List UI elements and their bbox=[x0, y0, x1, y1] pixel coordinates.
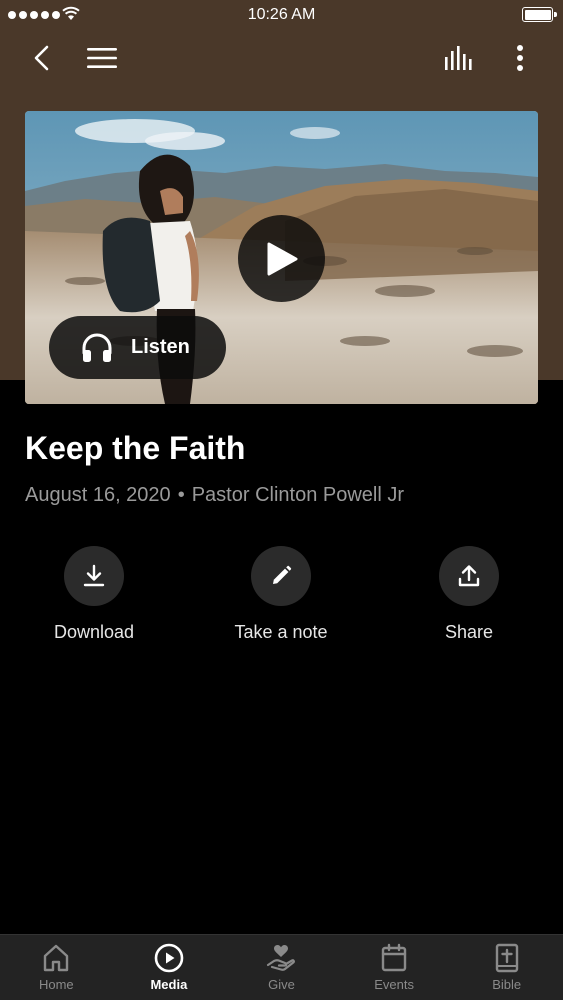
take-a-note-label: Take a note bbox=[234, 622, 328, 642]
back-button[interactable] bbox=[22, 38, 62, 78]
more-options-button[interactable] bbox=[500, 38, 540, 78]
status-time: 10:26 AM bbox=[247, 6, 316, 23]
tab-events[interactable]: Events bbox=[338, 935, 451, 1000]
listen-label: Listen bbox=[131, 336, 190, 358]
tab-home[interactable]: Home bbox=[0, 935, 113, 1000]
status-bar: 10:26 AM bbox=[0, 0, 563, 30]
play-circle-icon bbox=[154, 943, 184, 973]
tab-events-label: Events bbox=[374, 977, 414, 992]
take-a-note-button[interactable]: Take a note bbox=[211, 546, 351, 643]
share-label: Share bbox=[444, 622, 494, 642]
menu-button[interactable] bbox=[80, 38, 124, 78]
tab-give-label: Give bbox=[268, 977, 295, 992]
play-icon bbox=[267, 242, 297, 275]
download-circle[interactable] bbox=[64, 546, 124, 606]
tab-home-label: Home bbox=[38, 977, 74, 992]
sermon-meta: August 16, 2020 • Pastor Clinton Powell … bbox=[25, 484, 404, 507]
download-icon bbox=[83, 564, 105, 587]
meta-separator: • bbox=[177, 484, 185, 506]
tab-media-label: Media bbox=[150, 977, 188, 992]
audio-equalizer-button[interactable] bbox=[438, 38, 482, 78]
bottom-tab-bar: Home Media Give Events Bible bbox=[0, 934, 563, 1000]
share-button[interactable]: Share bbox=[399, 546, 539, 643]
hamburger-menu-icon bbox=[87, 48, 117, 68]
tab-media[interactable]: Media bbox=[113, 935, 226, 1000]
bible-icon bbox=[495, 943, 518, 973]
more-vertical-icon bbox=[517, 45, 523, 71]
sermon-date: August 16, 2020 bbox=[25, 484, 171, 506]
sermon-title: Keep the Faith bbox=[25, 430, 246, 466]
tab-bible-label: Bible bbox=[492, 977, 522, 992]
headphones-icon bbox=[82, 333, 112, 362]
sermon-speaker: Pastor Clinton Powell Jr bbox=[191, 484, 405, 506]
listen-button[interactable]: Listen bbox=[49, 316, 226, 379]
share-icon bbox=[458, 565, 480, 587]
share-circle[interactable] bbox=[439, 546, 499, 606]
take-a-note-circle[interactable] bbox=[251, 546, 311, 606]
download-label: Download bbox=[53, 622, 135, 642]
home-icon bbox=[44, 944, 69, 972]
battery-icon bbox=[522, 7, 557, 22]
tab-give[interactable]: Give bbox=[225, 935, 338, 1000]
play-video-button[interactable] bbox=[238, 215, 325, 302]
give-hand-heart-icon bbox=[267, 945, 296, 971]
calendar-icon bbox=[381, 943, 407, 972]
pencil-icon bbox=[273, 565, 292, 584]
download-button[interactable]: Download bbox=[24, 546, 164, 643]
tab-bible[interactable]: Bible bbox=[450, 935, 563, 1000]
chevron-left-icon bbox=[34, 45, 49, 71]
audio-equalizer-icon bbox=[445, 46, 472, 70]
